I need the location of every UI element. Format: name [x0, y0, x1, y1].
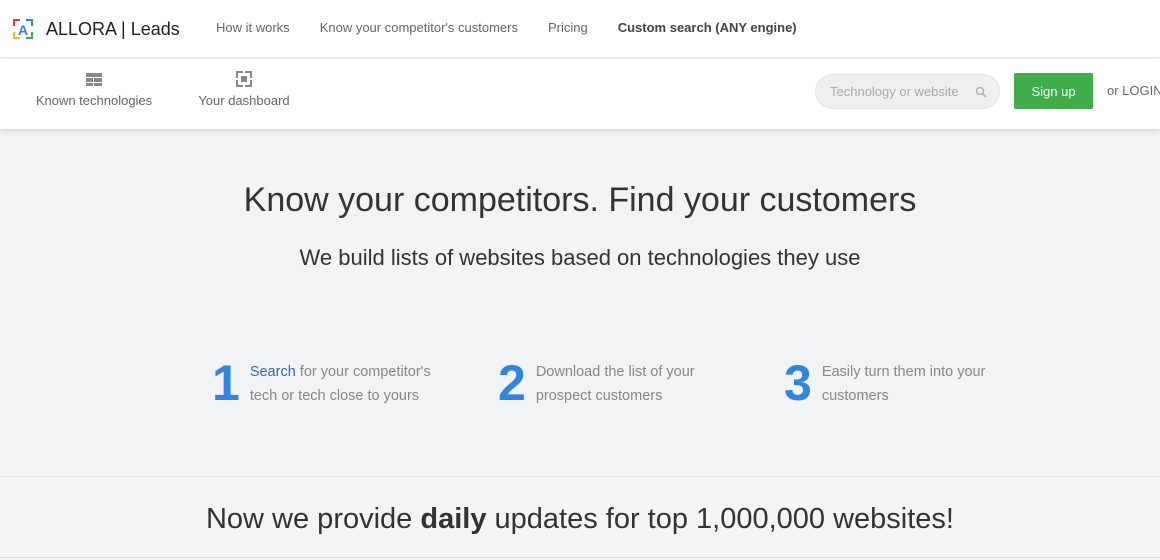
step-line-1: Easily turn them into your [821, 364, 986, 380]
updates-banner: Now we provide daily updates for top 1,0… [0, 476, 1160, 560]
allora-logo-icon: A [12, 18, 34, 40]
table-icon [86, 71, 102, 87]
nav-link-how-it-works[interactable]: How it works [216, 20, 290, 35]
dashboard-label: Your dashboard [198, 93, 290, 108]
step-text: Easily turn them into your customers [822, 360, 986, 408]
step-line-1-rest: for your competitor's [295, 364, 431, 380]
known-technologies-label: Known technologies [35, 93, 153, 108]
hero-title: Know your competitors. Find your custome… [243, 181, 917, 219]
search-input[interactable] [830, 75, 970, 108]
step-line-2: tech or tech close to yours [249, 388, 420, 404]
updates-text-bold: daily [420, 503, 487, 535]
step-line-1: Download the list of your [535, 364, 695, 380]
updates-text-before: Now we provide [205, 503, 421, 535]
search-box [815, 74, 1000, 109]
nav-link-pricing[interactable]: Pricing [548, 20, 588, 35]
step-number: 2 [498, 355, 526, 411]
brand-name: ALLORA | Leads [46, 18, 180, 39]
step-number: 3 [784, 355, 812, 411]
tool-bar: Known technologies Your dashboard Sign u… [0, 59, 1160, 129]
dashboard-icon [236, 71, 252, 87]
step-number: 1 [212, 355, 240, 411]
search-link[interactable]: Search [250, 364, 296, 380]
step-line-2: customers [821, 388, 889, 404]
updates-text-after: updates for top 1,000,000 websites! [486, 503, 955, 535]
step-text: Search for your competitor's tech or tec… [250, 360, 431, 408]
top-navigation: A ALLORA | Leads How it works Know your … [0, 0, 1160, 58]
nav-link-competitor-customers[interactable]: Know your competitor's customers [320, 20, 518, 35]
step-line-1: Search for your competitor's [250, 360, 431, 384]
nav-link-custom-search[interactable]: Custom search (ANY engine) [618, 20, 797, 35]
updates-text: Now we provide daily updates for top 1,0… [0, 503, 1160, 536]
dashboard-button[interactable]: Your dashboard [195, 71, 293, 108]
divider [0, 557, 1160, 558]
signup-button[interactable]: Sign up [1014, 73, 1093, 109]
step-3: 3 Easily turn them into your customers [784, 358, 985, 408]
step-text: Download the list of your prospect custo… [536, 360, 695, 408]
step-line-2: prospect customers [535, 388, 663, 404]
logo-letter: A [18, 22, 28, 38]
step-2: 2 Download the list of your prospect cus… [498, 358, 695, 408]
hero-subtitle: We build lists of websites based on tech… [299, 245, 861, 270]
brand-logo[interactable]: A ALLORA | Leads [12, 17, 180, 41]
nav-links: How it works Know your competitor's cust… [216, 20, 827, 35]
search-icon[interactable] [975, 85, 987, 98]
step-1: 1 Search for your competitor's tech or t… [212, 358, 431, 408]
login-link[interactable]: or LOGIN [1107, 83, 1160, 98]
known-technologies-button[interactable]: Known technologies [32, 71, 156, 108]
